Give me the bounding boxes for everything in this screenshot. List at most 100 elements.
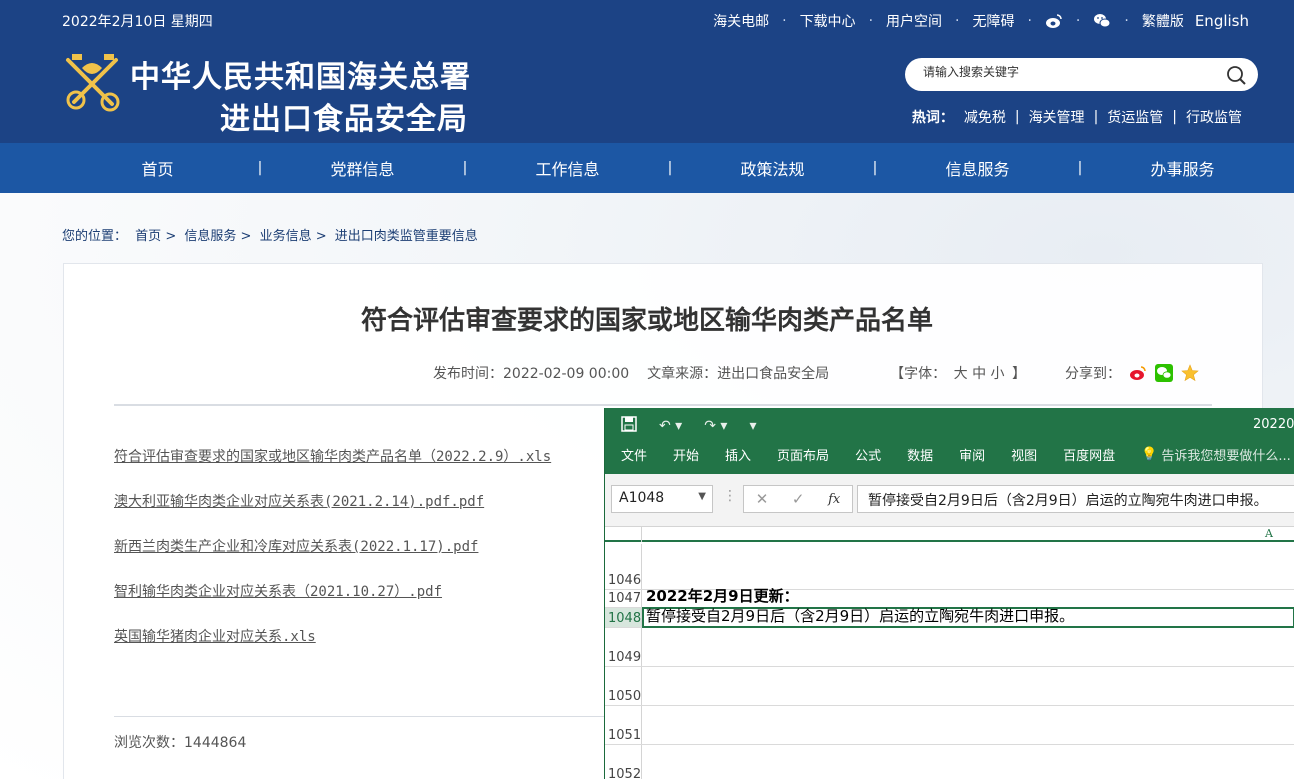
customize-toolbar-icon[interactable]: ▾ — [749, 418, 756, 434]
attachment-link[interactable]: 澳大利亚输华肉类企业对应关系表(2021.2.14).pdf.pdf — [114, 491, 551, 511]
hot-word-link[interactable]: 海关管理 — [1029, 107, 1085, 127]
ribbon-tab-data[interactable]: 数据 — [907, 445, 933, 464]
sheet-row: 1049 — [605, 628, 1294, 667]
nav-item-work[interactable]: 工作信息 — [470, 156, 665, 180]
breadcrumb-item[interactable]: 首页 — [135, 229, 161, 244]
column-header-row: A — [605, 527, 1294, 542]
separator-dot: · — [1027, 13, 1032, 29]
ribbon-tab-formulas[interactable]: 公式 — [855, 445, 881, 464]
attachment-link[interactable]: 符合评估审查要求的国家或地区输华肉类产品名单（2022.2.9）.xls — [114, 446, 551, 466]
row-number[interactable]: 1051 — [605, 706, 642, 744]
english-link[interactable]: English — [1195, 12, 1249, 30]
row-number[interactable]: 1050 — [605, 667, 642, 705]
breadcrumb-item[interactable]: 信息服务 — [184, 229, 236, 244]
publish-time: 发布时间：2022-02-09 00:00 — [433, 366, 630, 382]
attachment-link[interactable]: 新西兰肉类生产企业和冷库对应关系表(2022.1.17).pdf — [114, 536, 551, 556]
cell-a[interactable]: 暂停接受自2月9日后（含2月9日）启运的立陶宛牛肉进口申报。 — [646, 605, 1074, 626]
top-link-download[interactable]: 下载中心 — [800, 11, 856, 31]
ribbon-tab-baidu-pan[interactable]: 百度网盘 — [1063, 445, 1115, 464]
row-number[interactable]: 1048 — [605, 608, 642, 627]
top-link-accessibility[interactable]: 无障碍 — [972, 11, 1014, 31]
cancel-icon[interactable]: ✕ — [756, 490, 769, 508]
row-number[interactable]: 1047 — [605, 590, 642, 607]
separator-dot: · — [1075, 13, 1081, 29]
top-link-user-space[interactable]: 用户空间 — [886, 11, 942, 31]
brand-subtitle[interactable]: 进出口食品安全局 — [220, 94, 468, 138]
font-size-medium[interactable]: 中 — [972, 366, 986, 382]
ribbon-tab-insert[interactable]: 插入 — [725, 445, 751, 464]
sheet-row: 1050 — [605, 667, 1294, 706]
undo-icon[interactable]: ↶ ▾ — [659, 418, 682, 434]
nav-separator: | — [872, 160, 878, 176]
ribbon-tab-home[interactable]: 开始 — [673, 445, 699, 464]
top-link-email[interactable]: 海关电邮 — [713, 11, 769, 31]
search-box — [905, 58, 1258, 91]
quick-access-toolbar: ↶ ▾ ↷ ▾ ▾ — [621, 416, 778, 436]
attachment-list: 符合评估审查要求的国家或地区输华肉类产品名单（2022.2.9）.xls 澳大利… — [114, 446, 551, 671]
separator: | — [1093, 109, 1099, 125]
formula-bar-handle[interactable]: ⋮ — [723, 488, 737, 504]
save-icon[interactable] — [621, 416, 637, 436]
nav-item-office-service[interactable]: 办事服务 — [1085, 156, 1280, 180]
separator: | — [1172, 109, 1177, 125]
weibo-icon[interactable] — [1045, 12, 1063, 30]
breadcrumb-sep: > — [315, 229, 327, 244]
current-date: 2022年2月10日 星期四 — [62, 14, 213, 30]
attachment-link[interactable]: 智利输华肉类企业对应关系表（2021.10.27）.pdf — [114, 581, 551, 601]
name-box[interactable]: A1048 ▼ — [611, 485, 713, 513]
breadcrumb-item[interactable]: 业务信息 — [260, 229, 312, 244]
share-label: 分享到： — [1064, 366, 1121, 382]
nav-separator: | — [1077, 160, 1083, 176]
nav-item-policy[interactable]: 政策法规 — [675, 156, 870, 180]
qzone-share-icon[interactable] — [1181, 364, 1199, 382]
cell-a[interactable]: 2022年2月9日更新： — [646, 585, 799, 606]
hot-word-link[interactable]: 行政监管 — [1186, 107, 1242, 127]
breadcrumb-label: 您的位置： — [62, 229, 128, 244]
font-size-control: 【字体： 大 中 小 】 — [887, 363, 1029, 383]
sheet-grid: 1046 1047 2022年2月9日更新： 1048 暂停接受自2月9日后（含… — [605, 544, 1294, 779]
lightbulb-icon: 💡 — [1141, 447, 1158, 462]
site-header: 2022年2月10日 星期四 海关电邮 · 下载中心 · 用户空间 · 无障碍 … — [0, 0, 1294, 143]
hot-words-label: 热词： — [911, 110, 954, 126]
tell-me-text: 告诉我您想要做什么... — [1161, 449, 1291, 464]
wechat-share-icon[interactable] — [1154, 364, 1173, 382]
hot-word-link[interactable]: 货运监管 — [1107, 107, 1163, 127]
title-divider — [114, 404, 1212, 406]
insert-function-icon[interactable]: fx — [828, 492, 840, 507]
nav-separator: | — [462, 160, 468, 176]
row-number[interactable]: 1046 — [605, 544, 642, 589]
enter-icon[interactable]: ✓ — [792, 490, 805, 508]
font-size-small[interactable]: 小 — [991, 366, 1005, 382]
column-header-a[interactable]: A — [1265, 527, 1273, 540]
brand-title[interactable]: 中华人民共和国海关总署 — [130, 52, 471, 96]
hot-word-link[interactable]: 减免税 — [964, 107, 1006, 127]
ribbon-tab-view[interactable]: 视图 — [1011, 445, 1037, 464]
nav-item-info-service[interactable]: 信息服务 — [880, 156, 1075, 180]
nav-item-home[interactable]: 首页 — [60, 156, 255, 180]
ribbon-tab-file[interactable]: 文件 — [621, 445, 647, 464]
article-meta: 发布时间：2022-02-09 00:00 文章来源：进出口食品安全局 【字体：… — [433, 363, 1199, 383]
tell-me-box[interactable]: 💡 告诉我您想要做什么... — [1141, 445, 1291, 464]
breadcrumb-sep: > — [240, 229, 252, 244]
row-number[interactable]: 1049 — [605, 628, 642, 666]
separator-dot: · — [782, 13, 787, 29]
customs-emblem-icon[interactable] — [62, 52, 122, 114]
nav-item-party[interactable]: 党群信息 — [265, 156, 460, 180]
ribbon-tab-review[interactable]: 审阅 — [959, 445, 985, 464]
chevron-down-icon[interactable]: ▼ — [698, 491, 706, 502]
ribbon-tab-page-layout[interactable]: 页面布局 — [777, 445, 829, 464]
redo-icon[interactable]: ↷ ▾ — [704, 418, 727, 434]
traditional-chinese-link[interactable]: 繁體版 — [1142, 11, 1184, 31]
weibo-share-icon[interactable] — [1129, 364, 1147, 382]
search-icon[interactable] — [1226, 65, 1246, 85]
select-all-corner[interactable] — [605, 527, 642, 542]
breadcrumb-item[interactable]: 进出口肉类监管重要信息 — [335, 229, 478, 244]
font-size-large[interactable]: 大 — [954, 366, 968, 382]
wechat-icon[interactable] — [1093, 12, 1111, 30]
attachment-link[interactable]: 英国输华猪肉企业对应关系.xls — [114, 626, 551, 646]
formula-input[interactable]: 暂停接受自2月9日后（含2月9日）启运的立陶宛牛肉进口申报。 — [857, 485, 1294, 513]
sheet-row: 1051 — [605, 706, 1294, 745]
search-input[interactable] — [923, 65, 1213, 79]
row-number[interactable]: 1052 — [605, 745, 642, 779]
article-title: 符合评估审查要求的国家或地区输华肉类产品名单 — [360, 306, 933, 336]
